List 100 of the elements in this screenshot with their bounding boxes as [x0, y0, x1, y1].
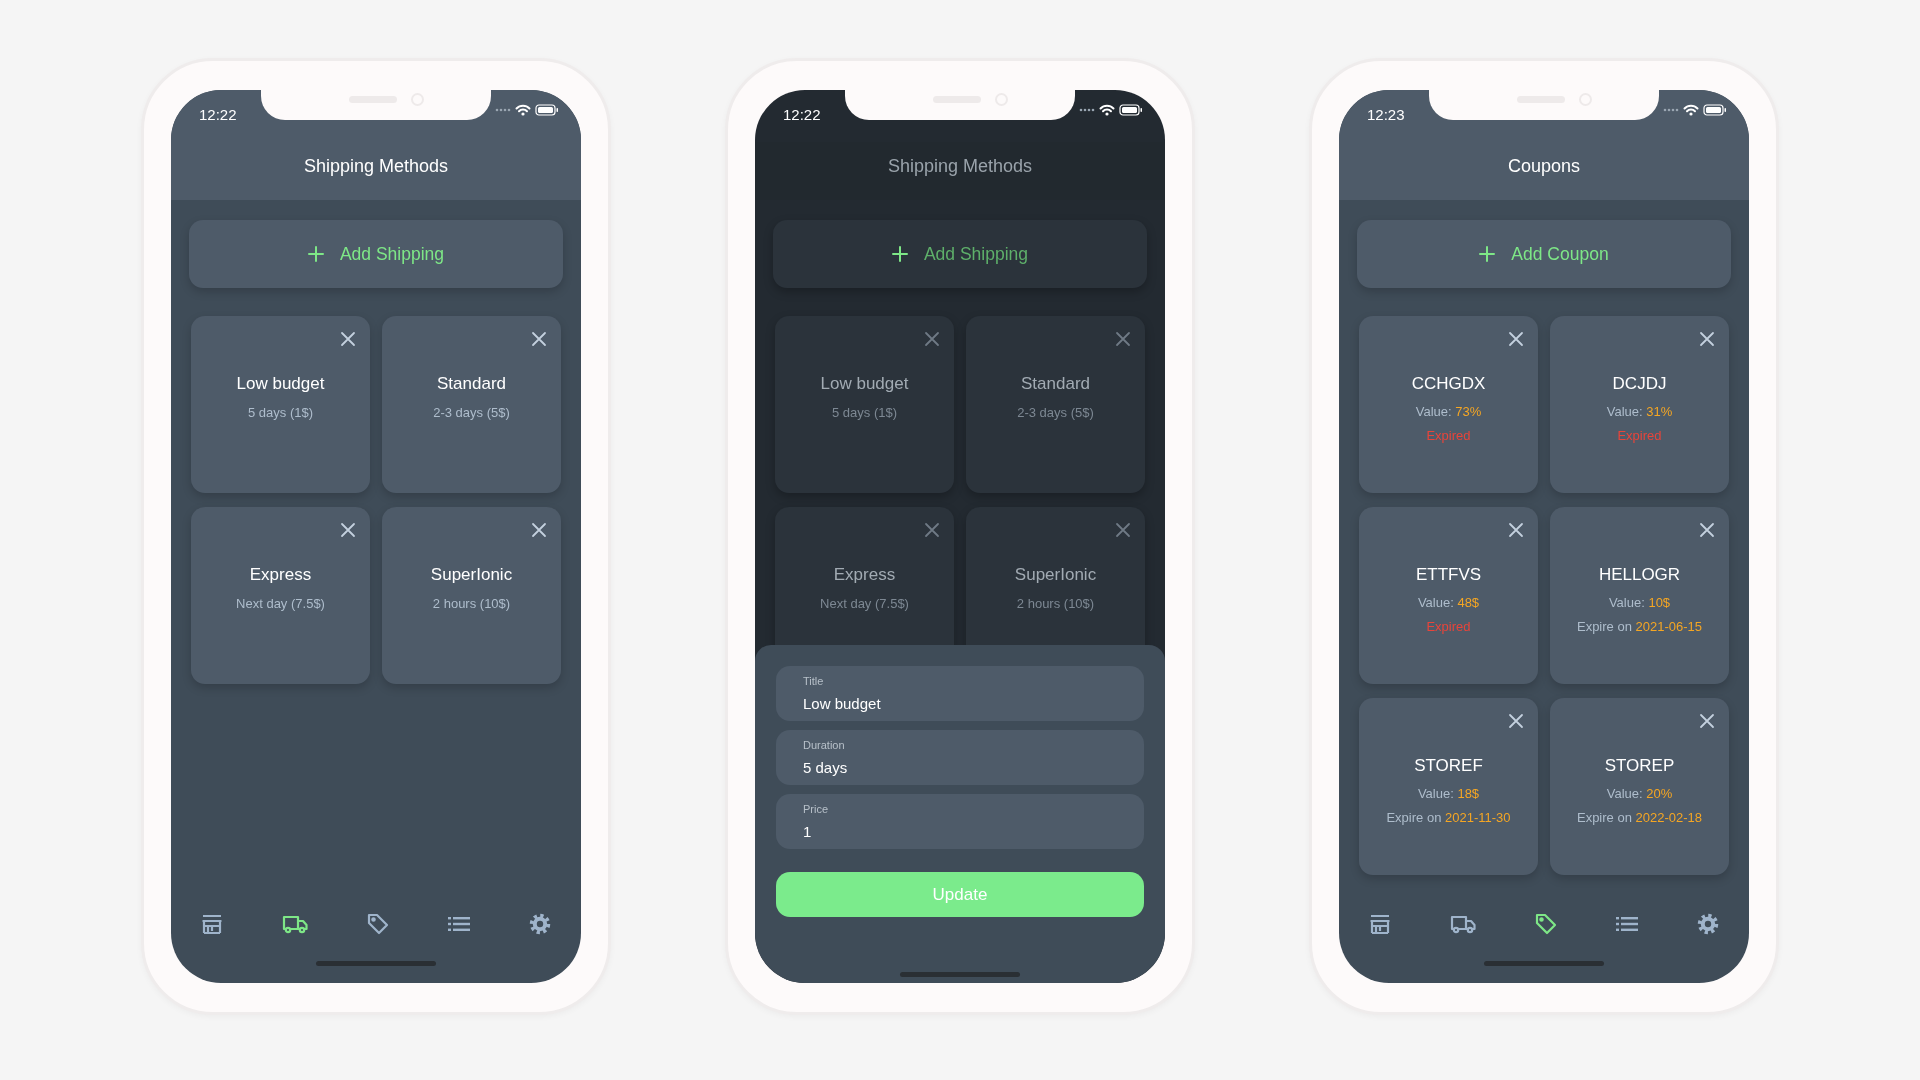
wifi-icon: [515, 104, 531, 116]
add-button[interactable]: Add Coupon: [1357, 220, 1731, 288]
close-icon: [1699, 713, 1715, 729]
tab-button[interactable]: [281, 914, 308, 934]
value-text: Value: 18$: [1416, 784, 1481, 803]
close-icon: [531, 522, 547, 538]
card-title: ETTFVS: [1414, 564, 1483, 586]
close-icon: [1699, 522, 1715, 538]
input-field[interactable]: Title Low budget: [776, 666, 1144, 721]
close-button[interactable]: [1115, 331, 1131, 347]
value-text: Value: 10$: [1607, 593, 1672, 612]
card-title: Standard: [1020, 373, 1091, 395]
card-title: Standard: [436, 373, 507, 395]
card-subtitle: 2-3 days (5$): [432, 403, 511, 422]
card-subtitle: Next day (7.5$): [819, 594, 910, 613]
add-button[interactable]: Add Shipping: [773, 220, 1147, 288]
store-icon: [1368, 914, 1391, 934]
card-subtitle: 5 days (1$): [246, 403, 314, 422]
close-icon: [340, 522, 356, 538]
battery-icon: [535, 104, 559, 116]
battery-icon: [1119, 104, 1143, 116]
card-title: HELLOGR: [1597, 564, 1682, 586]
close-icon: [1508, 522, 1524, 538]
battery-icon: [1703, 104, 1727, 116]
expired-text: Expired: [1425, 427, 1472, 445]
coupon-card[interactable]: CCHGDX Value: 73% Expired: [1359, 316, 1538, 493]
tab-button[interactable]: [200, 914, 223, 934]
add-button[interactable]: Add Shipping: [189, 220, 563, 288]
plus-icon: [1479, 246, 1496, 262]
close-button[interactable]: [1115, 522, 1131, 538]
value-text: Value: 73%: [1414, 402, 1483, 421]
card-subtitle: 2 hours (10$): [431, 594, 512, 613]
card-title: SuperIonic: [429, 564, 514, 586]
wifi-icon: [1683, 104, 1699, 116]
card-title: CCHGDX: [1410, 373, 1487, 395]
close-icon: [1115, 331, 1131, 347]
card-title: Express: [248, 564, 313, 586]
tag-icon: [366, 913, 389, 935]
coupon-card[interactable]: STOREP Value: 20% Expire on 2022-02-18: [1550, 698, 1729, 875]
screen-title: Shipping Methods: [303, 154, 449, 178]
status-time: 12:23: [1367, 105, 1405, 125]
tab-button[interactable]: [366, 913, 389, 935]
settings-icon: [1697, 913, 1720, 935]
card-subtitle: Next day (7.5$): [235, 594, 326, 613]
expired-text: Expired: [1425, 618, 1472, 636]
card-title: STOREF: [1413, 755, 1484, 777]
wifi-icon: [1099, 104, 1115, 116]
card-title: SuperIonic: [1013, 564, 1098, 586]
close-icon: [924, 522, 940, 538]
screen-title: Coupons: [1507, 154, 1581, 178]
close-icon: [924, 331, 940, 347]
input-field[interactable]: Duration 5 days: [776, 730, 1144, 785]
card-subtitle: 5 days (1$): [830, 403, 898, 422]
value-text: Value: 31%: [1605, 402, 1674, 421]
signal-icon: [495, 108, 511, 112]
shipping-card[interactable]: Low budget 5 days (1$): [191, 316, 370, 493]
coupon-card[interactable]: ETTFVS Value: 48$ Expired: [1359, 507, 1538, 684]
card-title: Express: [832, 564, 897, 586]
card-subtitle: 2 hours (10$): [1015, 594, 1096, 613]
signal-icon: [1079, 108, 1095, 112]
value-text: Value: 48$: [1416, 593, 1481, 612]
shipping-card[interactable]: Standard 2-3 days (5$): [382, 316, 561, 493]
close-icon: [1699, 331, 1715, 347]
store-icon: [200, 914, 223, 934]
tab-button[interactable]: [529, 913, 552, 935]
coupon-card[interactable]: DCJDJ Value: 31% Expired: [1550, 316, 1729, 493]
shipping-card[interactable]: Low budget 5 days (1$): [775, 316, 954, 493]
tag-icon: [1534, 913, 1557, 935]
tab-button[interactable]: [1697, 913, 1720, 935]
signal-icon: [1663, 108, 1679, 112]
plus-icon: [891, 246, 908, 262]
close-icon: [340, 331, 356, 347]
tab-button[interactable]: [1449, 914, 1476, 934]
close-button[interactable]: [924, 522, 940, 538]
list-icon: [448, 916, 471, 932]
close-icon: [1115, 522, 1131, 538]
tab-button[interactable]: [1534, 913, 1557, 935]
coupon-card[interactable]: HELLOGR Value: 10$ Expire on 2021-06-15: [1550, 507, 1729, 684]
close-button[interactable]: [924, 331, 940, 347]
close-icon: [1508, 713, 1524, 729]
shipping-card[interactable]: Standard 2-3 days (5$): [966, 316, 1145, 493]
tab-button[interactable]: [448, 916, 471, 932]
list-icon: [1616, 916, 1639, 932]
status-time: 12:22: [783, 105, 821, 125]
card-subtitle: 2-3 days (5$): [1016, 403, 1095, 422]
settings-icon: [529, 913, 552, 935]
card-title: STOREP: [1603, 755, 1676, 777]
card-title: Low budget: [235, 373, 326, 395]
tab-button[interactable]: [1616, 916, 1639, 932]
input-field[interactable]: Price 1: [776, 794, 1144, 849]
expiry-text: Expire on 2021-11-30: [1385, 809, 1512, 827]
card-title: DCJDJ: [1611, 373, 1668, 395]
shipping-card[interactable]: Express Next day (7.5$): [191, 507, 370, 684]
coupon-card[interactable]: STOREF Value: 18$ Expire on 2021-11-30: [1359, 698, 1538, 875]
expired-text: Expired: [1616, 427, 1663, 445]
tab-button[interactable]: [1368, 914, 1391, 934]
close-icon: [1508, 331, 1524, 347]
shipping-card[interactable]: SuperIonic 2 hours (10$): [382, 507, 561, 684]
value-text: Value: 20%: [1605, 784, 1674, 803]
truck-icon: [1449, 914, 1476, 934]
